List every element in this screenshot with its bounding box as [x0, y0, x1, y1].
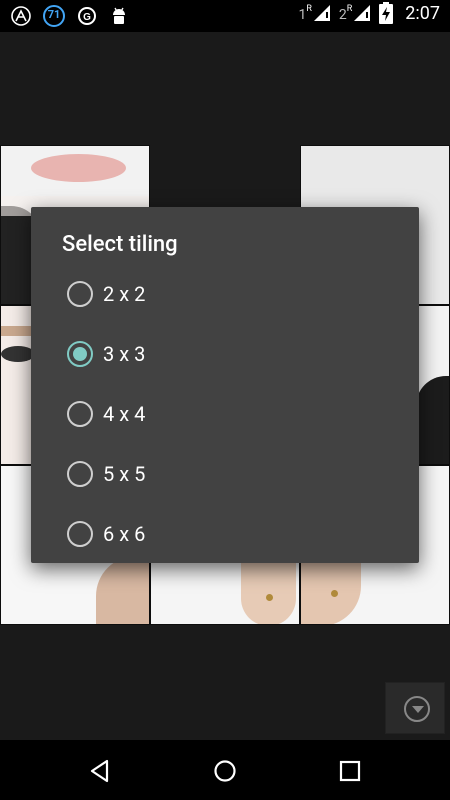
option-label: 2 x 2	[103, 282, 146, 306]
option-6x6[interactable]: 6 x 6	[67, 514, 145, 554]
radio-button-selected[interactable]	[67, 341, 93, 367]
status-bar: 71 G 1 R 2 R 2:07	[0, 0, 450, 32]
option-5x5[interactable]: 5 x 5	[67, 454, 145, 494]
svg-text:G: G	[83, 12, 91, 23]
battery-charging-icon	[379, 2, 394, 24]
option-2x2[interactable]: 2 x 2	[67, 274, 145, 314]
app-a-icon	[11, 6, 31, 26]
option-label: 5 x 5	[103, 462, 146, 486]
navigation-bar	[0, 740, 450, 800]
radio-button[interactable]	[67, 401, 93, 427]
sim2-signal: 2 R	[339, 4, 371, 22]
signal-icon	[354, 5, 371, 21]
status-indicators: 1 R 2 R 2:07	[298, 2, 440, 24]
radio-button[interactable]	[67, 521, 93, 547]
option-label: 6 x 6	[103, 522, 146, 546]
dialog-title: Select tiling	[62, 232, 178, 257]
option-3x3[interactable]: 3 x 3	[67, 334, 145, 374]
notification-icons: 71 G	[10, 4, 130, 28]
home-icon[interactable]	[212, 758, 238, 784]
android-icon	[113, 7, 125, 24]
badge-71-icon: 71	[42, 4, 66, 28]
clock: 2:07	[405, 2, 440, 24]
recents-icon[interactable]	[337, 758, 363, 784]
sync-icon: G	[78, 7, 96, 25]
signal-icon	[313, 5, 330, 21]
badge-number: 71	[47, 8, 61, 21]
option-label: 3 x 3	[103, 342, 146, 366]
sim1-signal: 1 R	[298, 4, 330, 22]
chevron-down-circle-icon	[404, 696, 430, 722]
option-label: 4 x 4	[103, 402, 146, 426]
radio-button[interactable]	[67, 461, 93, 487]
tiling-dialog	[31, 207, 419, 563]
back-icon[interactable]	[87, 758, 113, 784]
option-4x4[interactable]: 4 x 4	[67, 394, 145, 434]
menu-toggle-button[interactable]	[385, 682, 445, 734]
radio-button[interactable]	[67, 281, 93, 307]
